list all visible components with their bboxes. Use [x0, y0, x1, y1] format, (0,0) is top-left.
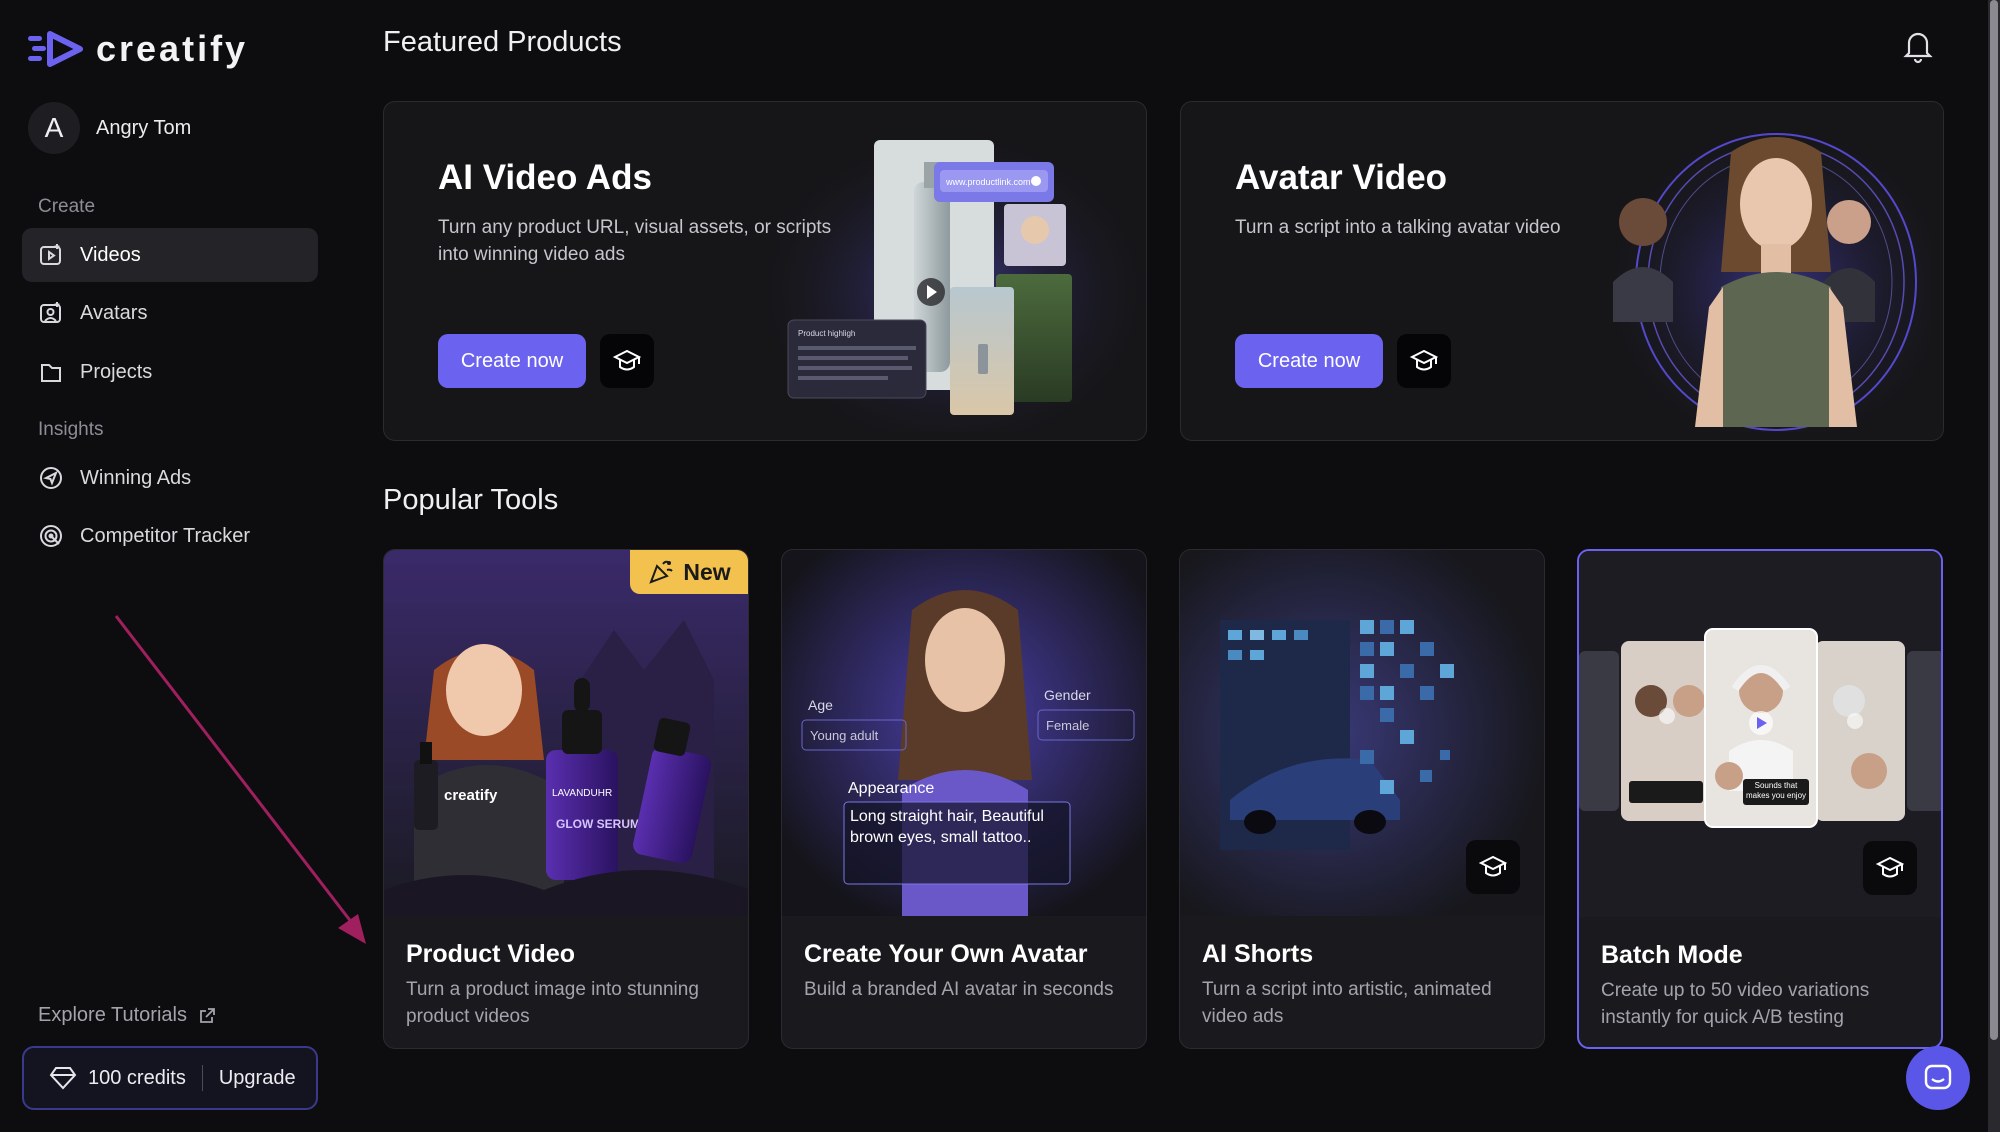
sidebar-item-label: Avatars: [80, 301, 148, 324]
tool-description: Turn a script into artistic, animated vi…: [1202, 979, 1492, 1027]
create-now-button[interactable]: Create now: [438, 334, 586, 388]
gender-value: Female: [1046, 718, 1089, 733]
section-label-insights: Insights: [38, 419, 104, 440]
tutorial-button[interactable]: [1466, 840, 1520, 894]
graduation-cap-icon: [612, 349, 642, 371]
card-title: AI Video Ads: [438, 158, 652, 197]
create-now-button[interactable]: Create now: [1235, 334, 1383, 388]
graduation-cap-icon: [1409, 349, 1439, 371]
new-badge: New: [630, 550, 748, 594]
folder-icon: [38, 359, 64, 385]
product-highlight-overlay: Product highligh: [798, 329, 855, 338]
sidebar-item-label: Projects: [80, 360, 153, 383]
graduation-cap-icon: [1478, 855, 1508, 877]
chat-icon: [1924, 1064, 1952, 1090]
sidebar-item-label: Winning Ads: [80, 466, 192, 489]
tool-card-product-video[interactable]: creatify LAVANDUHR GLOW SERUM New Produc…: [383, 549, 749, 1049]
logo[interactable]: creatify: [28, 28, 248, 70]
tool-card-ai-shorts[interactable]: AI Shorts Turn a script into artistic, a…: [1179, 549, 1545, 1049]
ai-video-ads-illustration: www.productlink.com Product highligh: [764, 122, 1144, 432]
sidebar-item-videos[interactable]: Videos: [22, 228, 318, 282]
tool-title: Batch Mode: [1601, 941, 1743, 969]
tool-title: AI Shorts: [1202, 940, 1314, 968]
avatar-icon: [38, 300, 64, 326]
app-root: creatify A Angry Tom Create Videos Avata…: [0, 0, 2000, 1132]
card-title: Avatar Video: [1235, 158, 1448, 197]
annotation-arrow-icon: [114, 615, 366, 944]
gender-label: Gender: [1044, 687, 1091, 703]
tutorial-button[interactable]: [1397, 334, 1451, 388]
credits-divider: [201, 1065, 203, 1091]
avatar-video-illustration: [1591, 112, 1931, 432]
tool-card-batch-mode[interactable]: Sounds that makes you enjoy Batch Mode C…: [1577, 549, 1943, 1049]
sidebar-item-label: Competitor Tracker: [80, 524, 251, 547]
credits-panel: 100 credits Upgrade: [22, 1046, 318, 1110]
card-description: Turn any product URL, visual assets, or …: [438, 217, 832, 265]
tool-title: Product Video: [406, 940, 576, 968]
chat-support-button[interactable]: [1906, 1046, 1970, 1110]
credits-count: 100 credits: [88, 1066, 186, 1089]
explore-tutorials-label: Explore Tutorials: [38, 1004, 187, 1026]
creatify-logo-icon: [28, 31, 83, 67]
graduation-cap-icon: [1875, 856, 1905, 878]
card-description: Turn a script into a talking avatar vide…: [1235, 217, 1561, 238]
tool-description: Turn a product image into stunning produ…: [406, 979, 699, 1027]
brand-name: creatify: [96, 28, 249, 69]
sidebar: creatify A Angry Tom Create Videos Avata…: [0, 0, 366, 1132]
batch-caption: Sounds that makes you enjoy: [1745, 781, 1807, 800]
featured-products-title: Featured Products: [383, 26, 622, 58]
product-video-thumbnail: creatify LAVANDUHR GLOW SERUM: [384, 550, 748, 916]
sidebar-item-projects[interactable]: Projects: [22, 345, 318, 399]
new-badge-label: New: [683, 558, 731, 585]
radar-icon: [38, 523, 64, 549]
explore-tutorials-link[interactable]: Explore Tutorials: [38, 1004, 217, 1027]
scrollbar[interactable]: [1988, 0, 2000, 1132]
create-avatar-thumbnail: Age Young adult Gender Female Appearance…: [782, 550, 1146, 916]
sidebar-item-winning-ads[interactable]: Winning Ads: [22, 451, 318, 505]
age-value: Young adult: [810, 728, 879, 743]
bottle-product-text: GLOW SERUM: [556, 817, 640, 831]
tool-description: Build a branded AI avatar in seconds: [804, 979, 1114, 1000]
appearance-label: Appearance: [848, 780, 934, 797]
age-label: Age: [808, 697, 833, 713]
party-popper-icon: [649, 560, 674, 584]
section-label-create: Create: [38, 196, 96, 217]
sidebar-item-competitor-tracker[interactable]: Competitor Tracker: [22, 509, 318, 563]
popular-tools-title: Popular Tools: [383, 484, 559, 516]
tutorial-button[interactable]: [1863, 841, 1917, 895]
video-icon: [38, 242, 64, 268]
tutorial-button[interactable]: [600, 334, 654, 388]
tool-description: Create up to 50 video variations instant…: [1601, 980, 1870, 1028]
product-url-overlay: www.productlink.com: [945, 177, 1031, 187]
user-profile[interactable]: A Angry Tom: [28, 102, 191, 154]
feature-card-ai-video-ads[interactable]: www.productlink.com Product highligh AI …: [383, 101, 1147, 441]
tool-card-create-avatar[interactable]: Age Young adult Gender Female Appearance…: [781, 549, 1147, 1049]
sidebar-item-avatars[interactable]: Avatars: [22, 286, 318, 340]
sidebar-item-label: Videos: [80, 243, 141, 266]
scrollbar-thumb[interactable]: [1990, 0, 1998, 1040]
user-name: Angry Tom: [96, 116, 192, 139]
bell-icon[interactable]: [1900, 28, 1936, 64]
avatar: A: [28, 102, 80, 154]
upgrade-button[interactable]: Upgrade: [219, 1067, 296, 1090]
tool-title: Create Your Own Avatar: [804, 940, 1088, 968]
appearance-value: Long straight hair, Beautiful brown eyes…: [850, 808, 1044, 846]
send-icon: [38, 465, 64, 491]
external-link-icon: [200, 1007, 215, 1023]
bottle-brand-text: LAVANDUHR: [552, 788, 612, 799]
diamond-icon: [49, 1067, 77, 1090]
shirt-logo-text: creatify: [444, 787, 498, 804]
feature-card-avatar-video[interactable]: Avatar Video Turn a script into a talkin…: [1180, 101, 1944, 441]
